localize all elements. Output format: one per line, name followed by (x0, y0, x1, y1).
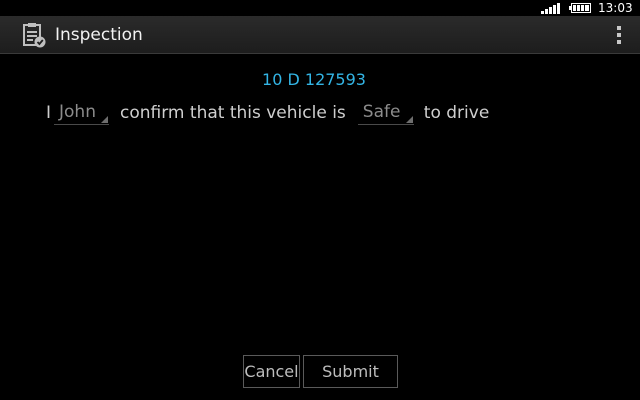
sentence-middle: confirm that this vehicle is (120, 103, 346, 123)
submit-button[interactable]: Submit (303, 355, 398, 388)
inspector-name-spinner[interactable]: John (54, 101, 110, 125)
clipboard-check-icon[interactable] (20, 21, 48, 49)
page-title: Inspection (55, 25, 143, 45)
status-time: 13:03 (598, 1, 633, 15)
confirmation-sentence: I John confirm that this vehicle is Safe… (46, 99, 489, 125)
status-bar: 13:03 (0, 0, 640, 16)
spinner-arrow-icon (101, 116, 109, 123)
signal-icon (541, 3, 560, 14)
overflow-menu-icon[interactable] (608, 22, 630, 48)
cancel-button[interactable]: Cancel (243, 355, 300, 388)
sentence-suffix: to drive (423, 103, 490, 123)
action-bar: Inspection (0, 16, 640, 54)
inspection-screen: 13:03 Inspection 10 D 127593 I John conf… (0, 0, 640, 400)
sentence-prefix: I (46, 103, 52, 123)
spinner-arrow-icon (405, 116, 413, 123)
vehicle-id: 10 D 127593 (262, 70, 366, 89)
safety-status-value: Safe (362, 102, 401, 122)
safety-status-spinner[interactable]: Safe (357, 101, 414, 125)
inspector-name-value: John (59, 102, 96, 122)
battery-icon (569, 3, 591, 13)
